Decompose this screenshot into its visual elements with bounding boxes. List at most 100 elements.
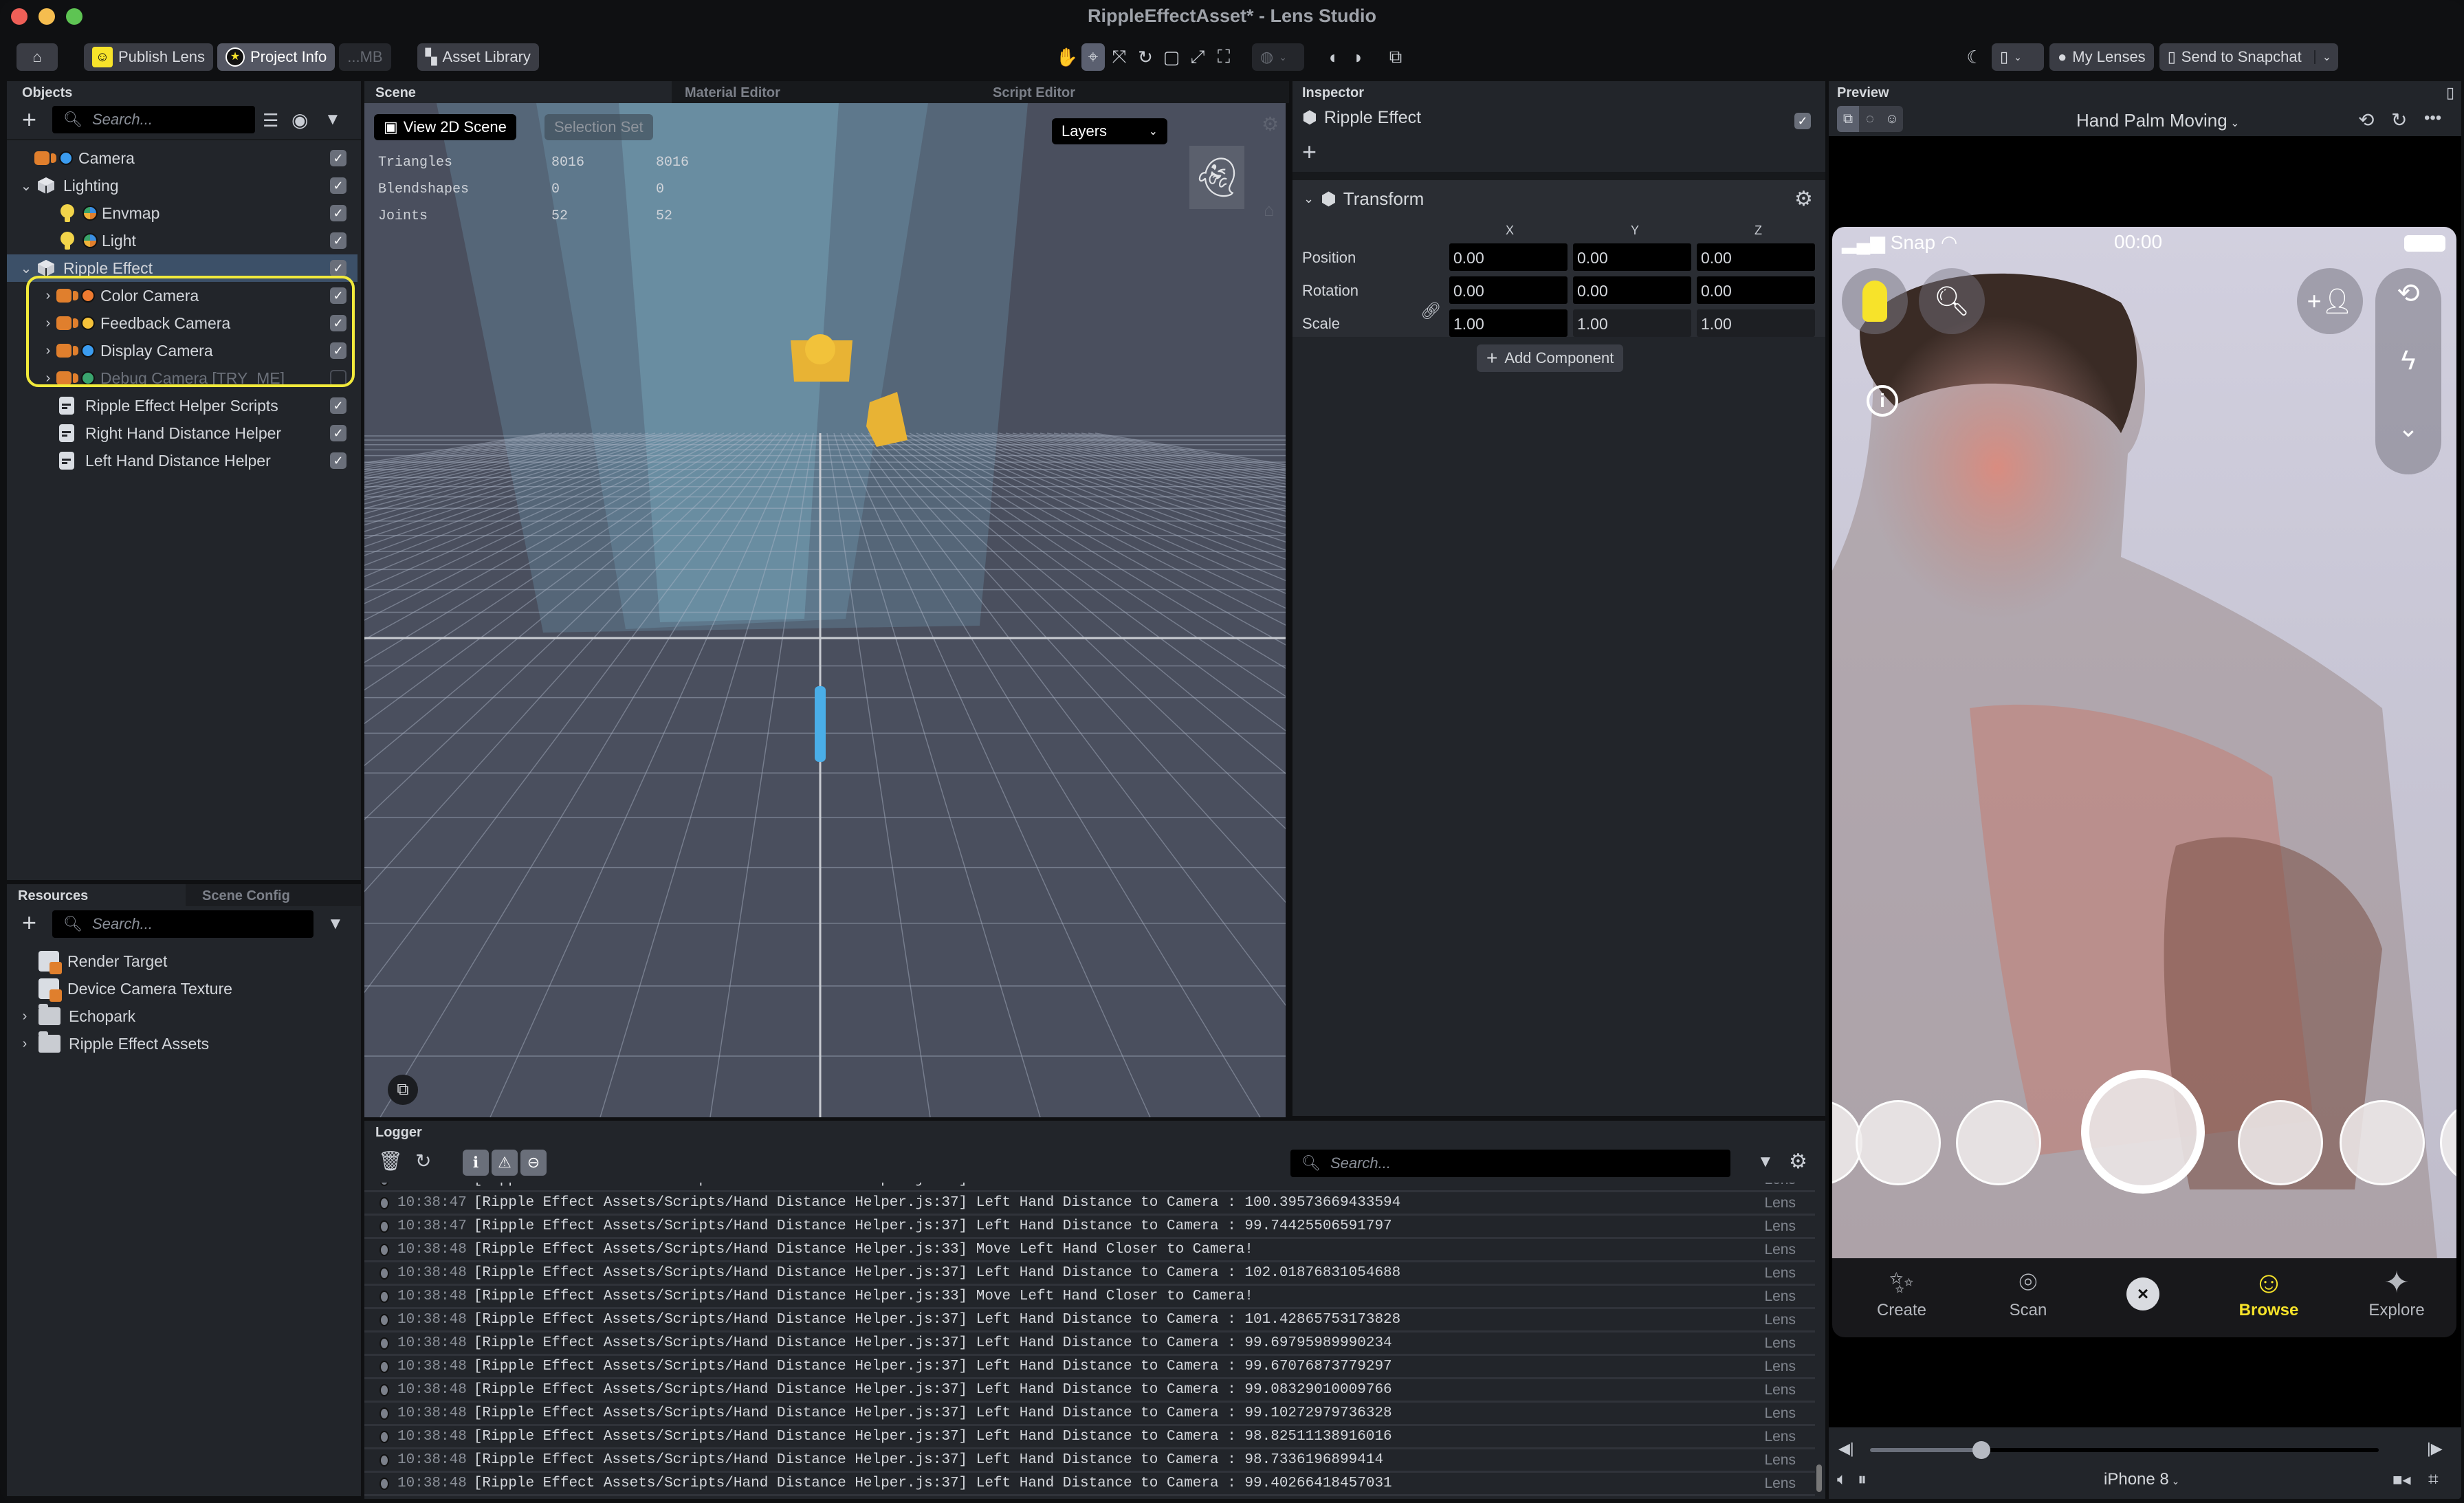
warning-filter-icon[interactable]: ⚠ <box>492 1150 518 1176</box>
select-tool-icon[interactable]: ⌖ <box>1081 43 1105 71</box>
object-tree-item[interactable]: Ripple Effect Helper Scripts ✓ <box>7 392 358 419</box>
object-tree-item[interactable]: Light ✓ <box>7 227 358 254</box>
send-options-chevron-icon[interactable]: ⌄ <box>2313 50 2338 64</box>
focus-selection-icon[interactable]: ⧉ <box>1384 43 1407 71</box>
log-entry[interactable]: 10:38:48 [Ripple Effect Assets/Scripts/Ha… <box>364 1403 1815 1426</box>
transform-header[interactable]: ⌄ ⬢ Transform <box>1304 188 1424 210</box>
pause-icon[interactable]: ⏸︎ <box>1858 1469 1867 1491</box>
logger-settings-icon[interactable]: ⚙ <box>1789 1150 1807 1174</box>
preview-preset-dropdown[interactable]: Hand Palm Moving ⌄ <box>2076 110 2240 131</box>
add-friend-button[interactable]: +👤︎ <box>2297 268 2363 334</box>
interactive-preview-icon[interactable]: ⧉ <box>1837 106 1859 132</box>
log-entry[interactable]: 10:38:47 [Ripple Effect Assets/Scripts/Ha… <box>364 1183 1815 1192</box>
move-tool-icon[interactable]: ⤧ <box>1108 43 1131 71</box>
asset-library-button[interactable]: ▚ Asset Library <box>417 43 539 71</box>
object-visibility-checkbox[interactable]: ✓ <box>330 177 346 194</box>
link-scale-icon[interactable]: 🔗︎ <box>1420 301 1441 321</box>
chevron-down-icon[interactable]: ⌄ <box>18 260 34 277</box>
object-tree-item[interactable]: Left Hand Distance Helper ✓ <box>7 447 358 474</box>
snap-object-icon[interactable]: ◖ <box>1321 43 1344 71</box>
log-entry[interactable]: 10:38:48 [Ripple Effect Assets/Scripts/Ha… <box>364 1356 1815 1379</box>
device-preview-dropdown[interactable]: ▯ ⌄ <box>1992 43 2044 71</box>
bitmoji-avatar-button[interactable] <box>1842 268 1908 334</box>
position-z-field[interactable]: 0.00 <box>1697 243 1815 271</box>
log-entry[interactable]: 10:38:48 [Ripple Effect Assets/Scripts/Ha… <box>364 1332 1815 1356</box>
tab-script-editor[interactable]: Script Editor <box>982 81 1289 103</box>
close-lens-button[interactable]: × <box>2126 1277 2159 1310</box>
lens-carousel-item[interactable] <box>2238 1100 2323 1185</box>
logger-search-input[interactable]: 🔍︎ Search... <box>1290 1150 1730 1177</box>
log-entry[interactable]: 10:38:48 [Ripple Effect Assets/Scripts/Ha… <box>364 1262 1815 1286</box>
object-tree-item[interactable]: Camera ✓ <box>7 144 358 172</box>
log-entry[interactable]: 10:38:48 [Ripple Effect Assets/Scripts/Ha… <box>364 1449 1815 1473</box>
snapchat-ghost-icon[interactable]: 👻︎ <box>1189 146 1244 209</box>
position-y-field[interactable]: 0.00 <box>1573 243 1691 271</box>
person-preview-icon[interactable]: ☺ <box>1881 106 1903 132</box>
log-entry[interactable]: 10:38:48 [Ripple Effect Assets/Scripts/Ha… <box>364 1379 1815 1403</box>
scale-z-field[interactable]: 1.00 <box>1697 309 1815 337</box>
publish-lens-button[interactable]: ☺ Publish Lens <box>84 43 213 71</box>
log-scrollbar[interactable] <box>1816 1464 1822 1492</box>
more-options-icon[interactable]: ••• <box>2424 109 2441 128</box>
chevron-right-icon[interactable]: › <box>16 1036 33 1052</box>
scene-viewport[interactable]: ▣ View 2D Scene Selection Set Layers ⌄ 👻︎ … <box>364 103 1286 1117</box>
face-preview-icon[interactable]: ◌ <box>1859 106 1881 132</box>
timeline-scrubber[interactable] <box>1972 1441 1991 1459</box>
capture-button[interactable] <box>2081 1070 2205 1194</box>
world-space-dropdown[interactable]: ◍ ⌄ <box>1252 43 1304 71</box>
log-entry[interactable]: 10:38:47 [Ripple Effect Assets/Scripts/Ha… <box>364 1192 1815 1216</box>
pan-tool-icon[interactable]: ✋ <box>1055 43 1079 71</box>
camera-view-toggle-icon[interactable]: ⧉ <box>388 1075 418 1105</box>
scale-tool-icon[interactable]: ▢ <box>1160 43 1183 71</box>
lens-carousel-item[interactable] <box>1956 1100 2041 1185</box>
log-list[interactable]: 10:38:47 [Ripple Effect Assets/Scripts/Ha… <box>364 1183 1825 1499</box>
add-button[interactable]: + <box>1302 138 1317 166</box>
add-component-button[interactable]: + Add Component <box>1477 344 1624 372</box>
snap-nav-scan[interactable]: ⌾ Scan <box>1990 1265 2066 1320</box>
chevron-down-icon[interactable]: ⌄ <box>18 177 34 195</box>
scene-settings-icon[interactable]: ⚙ <box>1262 113 1279 135</box>
add-object-button[interactable]: + <box>22 106 36 133</box>
info-filter-icon[interactable]: ℹ <box>463 1150 489 1176</box>
snap-nav-browse[interactable]: ☺ Browse <box>2231 1265 2307 1320</box>
filter-icon[interactable]: ▼ <box>324 110 341 129</box>
rotation-x-field[interactable]: 0.00 <box>1449 276 1568 304</box>
log-entry[interactable]: 10:38:48 [Ripple Effect Assets/Scripts/Ha… <box>364 1473 1815 1496</box>
resource-item[interactable]: Render Target <box>7 947 358 975</box>
reset-preview-icon[interactable]: ↻ <box>2391 109 2407 131</box>
selection-set-button[interactable]: Selection Set <box>544 114 653 140</box>
step-forward-icon[interactable]: |▶ <box>2427 1440 2443 1458</box>
log-entry[interactable]: 10:38:47 [Ripple Effect Assets/Scripts/Ha… <box>364 1216 1815 1239</box>
tab-scene[interactable]: Scene <box>364 81 672 103</box>
detach-preview-icon[interactable]: ▯ <box>2446 84 2454 102</box>
clear-on-reset-icon[interactable]: ↻ <box>415 1150 431 1172</box>
snap-nav-create[interactable]: ✨︎ Create <box>1864 1265 1939 1320</box>
object-visibility-checkbox[interactable]: ✓ <box>330 425 346 441</box>
scene-home-icon[interactable]: ⌂ <box>1264 199 1275 221</box>
phone-preview[interactable]: ▂▄▆ Snap ◠ 00:00 🔍︎ i +👤︎ ⟲ ϟ ⌄ <box>1832 227 2456 1258</box>
resource-item[interactable]: › Echopark <box>7 1002 358 1030</box>
log-entry[interactable]: 10:38:48 [Ripple Effect Assets/Scripts/Ha… <box>364 1426 1815 1449</box>
more-controls-button[interactable]: ⌄ <box>2375 414 2441 462</box>
object-visibility-checkbox[interactable]: ✓ <box>330 150 346 166</box>
position-x-field[interactable]: 0.00 <box>1449 243 1568 271</box>
flip-camera-button[interactable]: ⟲ <box>2375 278 2441 326</box>
object-visibility-checkbox[interactable]: ✓ <box>330 397 346 414</box>
object-tree-item[interactable]: ⌄ Lighting ✓ <box>7 172 358 199</box>
layers-dropdown[interactable]: Layers ⌄ <box>1052 118 1167 144</box>
tab-resources[interactable]: Resources <box>7 884 186 906</box>
error-filter-icon[interactable]: ⊖ <box>520 1150 547 1176</box>
clear-log-icon[interactable]: 🗑︎ <box>378 1150 403 1172</box>
project-info-button[interactable]: ★ Project Info <box>217 43 336 71</box>
chevron-right-icon[interactable]: › <box>16 1009 33 1024</box>
info-icon[interactable]: i <box>1867 385 1898 417</box>
component-settings-icon[interactable]: ⚙ <box>1794 187 1813 211</box>
logger-filter-icon[interactable]: ▼ <box>1757 1152 1774 1172</box>
object-visibility-checkbox[interactable]: ✓ <box>330 232 346 249</box>
bounds-tool-icon[interactable]: ⛶ <box>1212 43 1235 71</box>
rotate-tool-icon[interactable]: ↻ <box>1134 43 1157 71</box>
tab-material-editor[interactable]: Material Editor <box>674 81 980 103</box>
send-to-snapchat-button[interactable]: ▯ Send to Snapchat ⌄ <box>2159 43 2339 71</box>
resource-item[interactable]: › Ripple Effect Assets <box>7 1030 358 1057</box>
hierarchy-view-icon[interactable]: ☰ <box>263 110 278 131</box>
